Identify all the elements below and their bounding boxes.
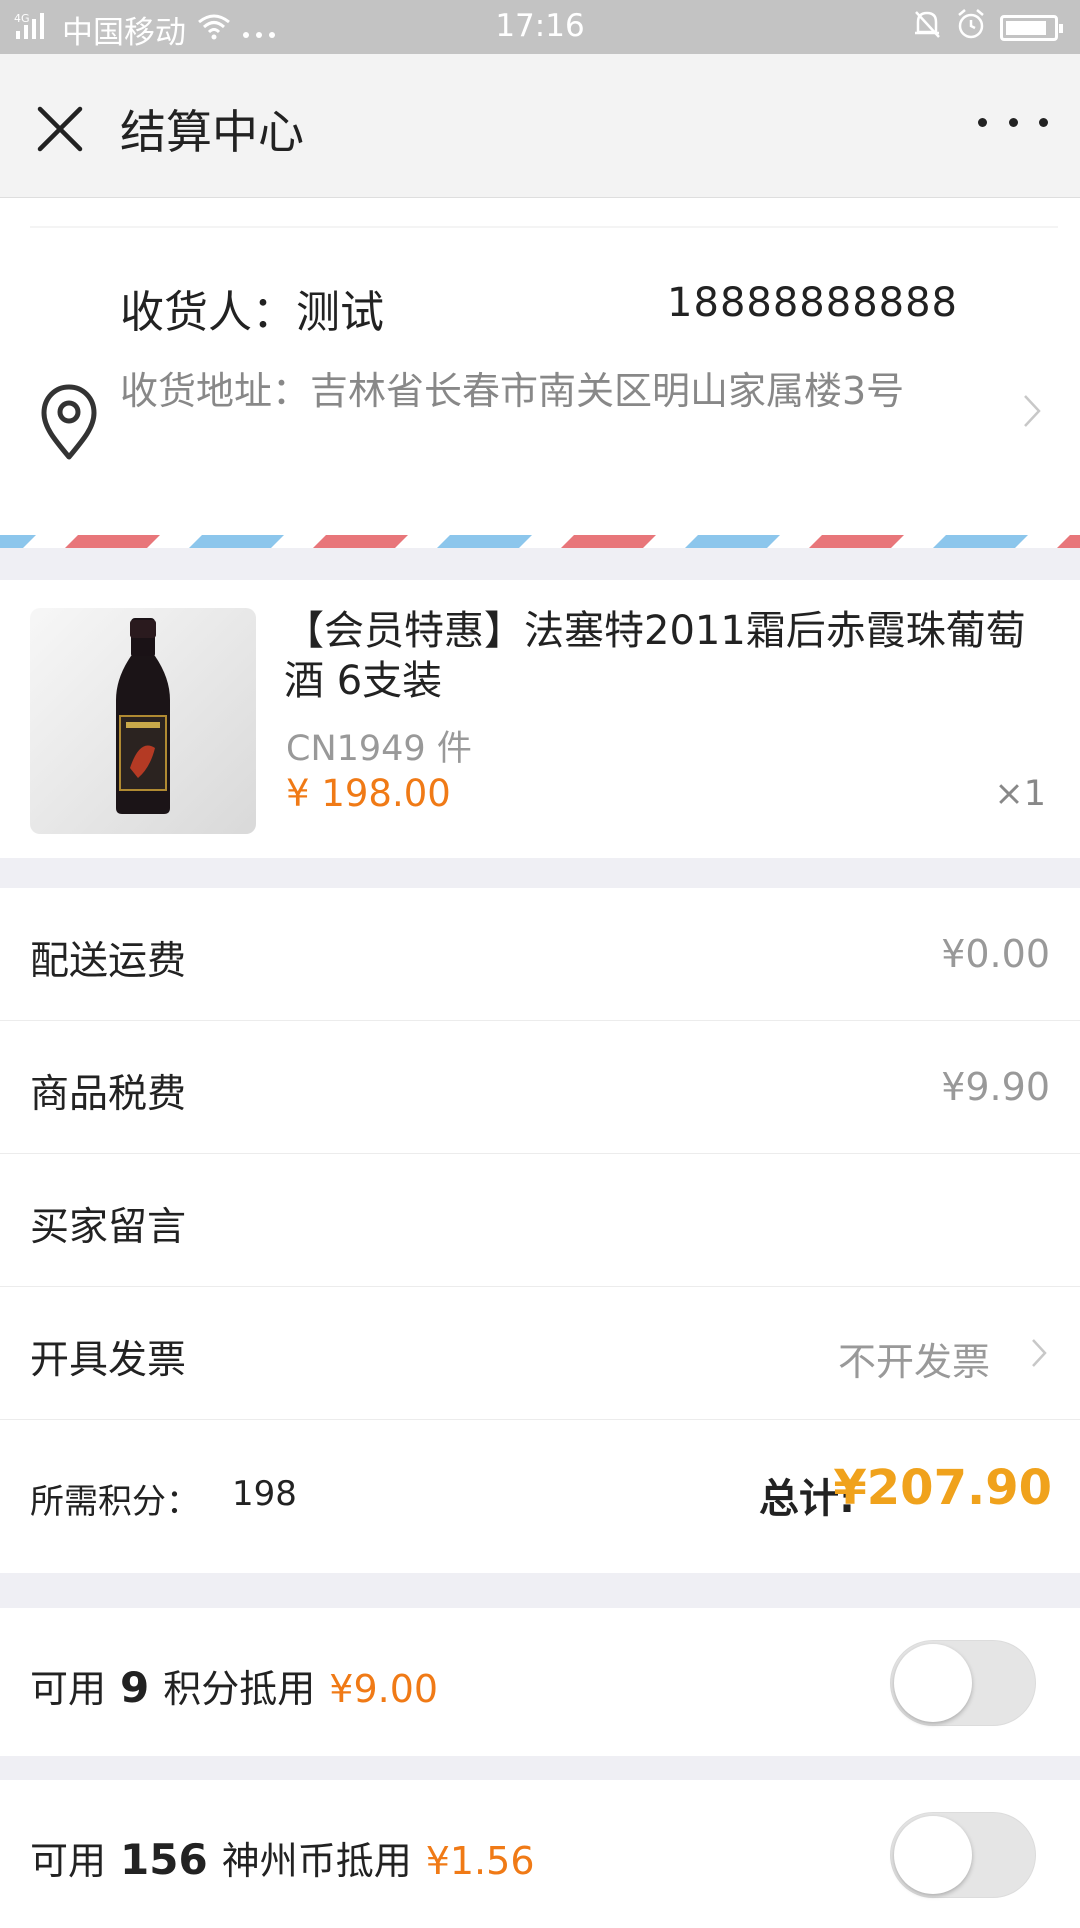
row-value: ¥9.90 <box>941 1065 1050 1109</box>
status-bar: 4G 中国移动 17:16 <box>0 0 1080 54</box>
offer-suffix: 神州币抵用 <box>221 1839 412 1883</box>
points-deduction-toggle[interactable] <box>890 1640 1036 1726</box>
receiver-phone: 18888888888 <box>667 280 958 326</box>
nav-bar: 结算中心 <box>0 54 1080 198</box>
offer-prefix: 可用 <box>30 1667 107 1711</box>
product-sku: CN1949 件 <box>286 729 472 769</box>
page-title: 结算中心 <box>120 105 304 159</box>
coin-deduction-row: 可用 156 神州币抵用 ¥1.56 <box>0 1780 1080 1928</box>
price-main: 198 <box>321 772 392 815</box>
location-pin-icon <box>36 381 102 463</box>
product-title: 【会员特惠】法塞特2011霜后赤霞珠葡萄酒 6支装 <box>284 608 1026 704</box>
row-label: 商品税费 <box>30 1072 187 1117</box>
address-line: 收货地址：吉林省长春市南关区明山家属楼3号 <box>120 369 905 413</box>
offer-text: 可用 9 积分抵用 ¥9.00 <box>30 1658 438 1713</box>
toggle-knob <box>894 1644 972 1722</box>
offer-suffix: 积分抵用 <box>163 1667 316 1711</box>
total-value: ¥207.90 <box>833 1460 1052 1516</box>
close-icon[interactable] <box>30 99 90 159</box>
product-quantity: ×1 <box>994 774 1046 814</box>
battery-icon <box>1000 15 1063 41</box>
points-value: 198 <box>232 1474 297 1514</box>
airmail-stripe <box>0 535 36 548</box>
row-label: 开具发票 <box>30 1338 187 1383</box>
more-menu-button[interactable] <box>978 102 1048 142</box>
offer-amount: ¥1.56 <box>425 1839 535 1883</box>
price-decimal: .00 <box>391 772 451 815</box>
offer-text: 可用 156 神州币抵用 ¥1.56 <box>30 1830 535 1885</box>
more-dot <box>978 117 987 127</box>
airmail-border <box>0 534 1080 548</box>
airmail-stripe <box>313 535 408 548</box>
shipping-fee-row: 配送运费 ¥0.00 <box>0 888 1080 1021</box>
bell-off-icon <box>912 8 942 48</box>
airmail-stripe <box>189 535 284 548</box>
chevron-right-icon[interactable] <box>1022 393 1042 429</box>
offer-amount: ¥9.00 <box>329 1667 439 1711</box>
airmail-stripe <box>685 535 780 548</box>
airmail-stripe <box>561 535 656 548</box>
row-value: ¥0.00 <box>941 932 1050 976</box>
chevron-right-icon <box>1030 1337 1048 1369</box>
offer-count: 156 <box>120 1835 208 1884</box>
offer-count: 9 <box>120 1663 150 1712</box>
airmail-stripe <box>809 535 904 548</box>
price-symbol: ¥ <box>286 772 322 815</box>
product-item[interactable]: 【会员特惠】法塞特2011霜后赤霞珠葡萄酒 6支装 CN1949 件 ¥ 198… <box>0 580 1080 858</box>
row-label: 买家留言 <box>30 1205 187 1250</box>
receiver-name: 收货人：测试 <box>120 287 384 338</box>
coin-deduction-toggle[interactable] <box>890 1812 1036 1898</box>
tax-fee-row: 商品税费 ¥9.90 <box>0 1021 1080 1154</box>
airmail-stripe <box>933 535 1028 548</box>
buyer-message-row[interactable]: 买家留言 <box>0 1154 1080 1287</box>
more-dot <box>1039 117 1048 127</box>
points-label: 所需积分： <box>30 1482 200 1522</box>
invoice-row[interactable]: 开具发票 不开发票 <box>0 1287 1080 1420</box>
alarm-icon <box>956 8 986 48</box>
order-details-list: 配送运费 ¥0.00 商品税费 ¥9.90 买家留言 开具发票 不开发票 <box>0 888 1080 1420</box>
shipping-address-card[interactable]: 收货人：测试 18888888888 收货地址：吉林省长春市南关区明山家属楼3号 <box>0 198 1080 548</box>
toggle-knob <box>894 1816 972 1894</box>
row-label: 配送运费 <box>30 939 187 984</box>
row-value: 不开发票 <box>837 1340 990 1384</box>
airmail-stripe <box>65 535 160 548</box>
airmail-stripe <box>437 535 532 548</box>
order-summary: 所需积分： 198 总计: ¥207.90 <box>0 1420 1080 1573</box>
points-deduction-row: 可用 9 积分抵用 ¥9.00 <box>0 1608 1080 1756</box>
airmail-stripe <box>1057 535 1080 548</box>
divider <box>30 226 1058 228</box>
offer-prefix: 可用 <box>30 1839 107 1883</box>
more-dot <box>1008 117 1018 127</box>
product-price: ¥ 198.00 <box>286 772 451 815</box>
product-image <box>30 608 256 834</box>
